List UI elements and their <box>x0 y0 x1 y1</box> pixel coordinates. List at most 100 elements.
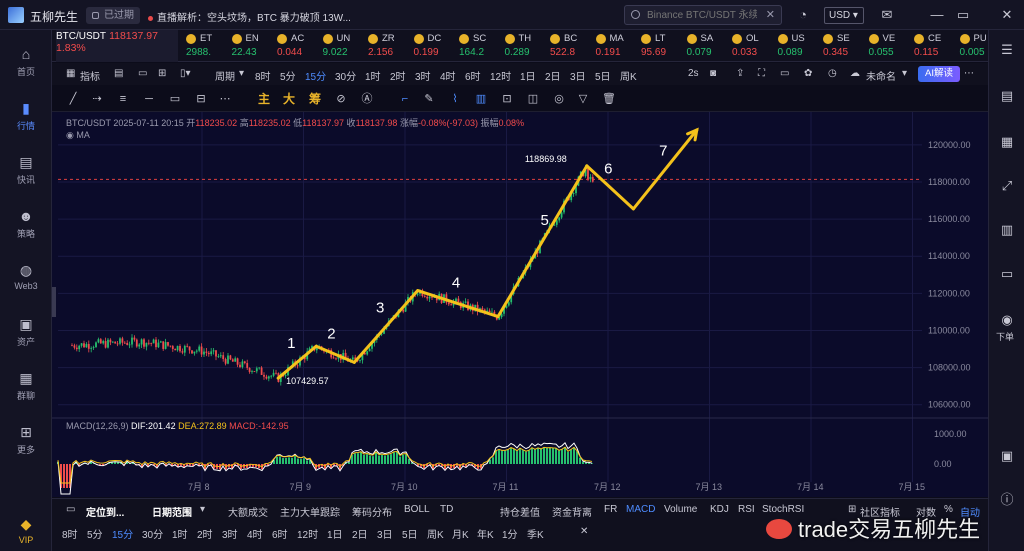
search-input[interactable] <box>647 8 757 22</box>
coin-tab[interactable]: VE 0.055 <box>868 30 913 62</box>
magnet-tool-icon[interactable]: ⊘ <box>334 92 348 106</box>
hline-tool-icon[interactable]: ─ <box>142 92 156 106</box>
ma-legend[interactable]: ◉ MA <box>66 130 90 141</box>
coin-tab[interactable]: PU 0.005 <box>959 30 1004 62</box>
coin-tab[interactable]: DC 0.199 <box>413 30 458 62</box>
clear-search-icon[interactable]: ✕ <box>766 8 775 21</box>
indicator-option[interactable]: 主力大单跟踪 <box>280 504 340 519</box>
crop-tool-icon[interactable]: ⌐ <box>398 92 412 106</box>
indicator-option[interactable]: 筹码分布 <box>352 504 392 519</box>
eye-tool-icon[interactable]: ◎ <box>552 92 566 106</box>
grid-tool-icon[interactable]: ▥ <box>474 92 488 106</box>
indicator-option[interactable]: 持仓差值 <box>500 504 540 519</box>
notification-bell-icon[interactable]: ◔ <box>794 6 812 24</box>
coin-tab-btc[interactable]: BTC/USDT 118137.97 1.83% <box>56 30 178 62</box>
chart-type-icon[interactable]: ▯▾ <box>180 68 191 79</box>
info-icon[interactable]: ⓘ <box>999 492 1015 508</box>
interval-option[interactable]: 30分 <box>335 68 356 83</box>
indicator-icon[interactable]: ▦ <box>66 68 75 79</box>
interval-option[interactable]: 周K <box>620 68 637 83</box>
interval-option[interactable]: 1时 <box>365 68 381 83</box>
indicator-option[interactable]: 资金背离 <box>552 504 592 519</box>
close-window-icon[interactable]: ✕ <box>998 6 1016 24</box>
interval-option[interactable]: 8时 <box>62 526 78 541</box>
coin-tab[interactable]: OL 0.033 <box>732 30 776 62</box>
nav-item-7[interactable]: ⊞ 更多 <box>0 418 52 462</box>
interval-option[interactable]: 年K <box>477 526 494 541</box>
alarm-icon[interactable]: ◷ <box>828 68 837 79</box>
more-tools-icon[interactable]: ⋯ <box>218 92 232 106</box>
indicator-option[interactable]: RSI <box>738 504 755 515</box>
indicator-option[interactable]: BOLL <box>404 504 430 515</box>
chart-settings-icon[interactable]: ▣ <box>999 448 1015 464</box>
coin-tab[interactable]: UN 9.022 <box>322 30 367 62</box>
trendline-tool-icon[interactable]: ╱ <box>66 92 80 106</box>
interval-option[interactable]: 1日 <box>520 68 536 83</box>
interval-option[interactable]: 1分 <box>502 526 518 541</box>
nav-item-2[interactable]: ▤ 快讯 <box>0 148 52 192</box>
interval-option[interactable]: 1时 <box>172 526 188 541</box>
nav-item-8[interactable]: ◆ VIP <box>0 510 52 551</box>
order-label[interactable]: 下单 <box>996 330 1014 343</box>
rectangle-tool-icon[interactable]: ▭ <box>168 92 182 106</box>
interval-option[interactable]: 5分 <box>87 526 103 541</box>
text-tool-icon[interactable]: Ⓐ <box>360 92 374 106</box>
layout-save-icon[interactable]: ☁ <box>850 68 860 79</box>
coin-tab[interactable]: SE 0.345 <box>823 30 867 62</box>
interval-option[interactable]: 2时 <box>390 68 406 83</box>
minimize-icon[interactable]: — <box>928 6 946 24</box>
wave-tool-icon[interactable]: ⌇ <box>448 92 462 106</box>
coin-tab[interactable]: BC 522.8 <box>550 30 594 62</box>
interval-option[interactable]: 6时 <box>465 68 481 83</box>
locate-icon[interactable]: ▭ <box>66 504 75 515</box>
calendar-icon[interactable]: ▦ <box>999 134 1015 150</box>
book-icon[interactable]: ▥ <box>999 222 1015 238</box>
indicator-option[interactable]: FR <box>604 504 617 515</box>
chart-svg[interactable]: 120000.00 118000.00 116000.00 114000.00 1120… <box>52 112 988 497</box>
interval-option[interactable]: 12时 <box>490 68 511 83</box>
currency-select[interactable]: USD ▾ <box>824 7 864 24</box>
interval-option[interactable]: 1日 <box>327 526 343 541</box>
interval-option[interactable]: 5分 <box>280 68 296 83</box>
interval-option[interactable]: 8时 <box>255 68 271 83</box>
coin-tab[interactable]: ET 2988. <box>186 30 230 62</box>
interval-option[interactable]: 15分 <box>305 68 326 83</box>
period-chevron-icon[interactable]: ▾ <box>239 68 244 79</box>
share-icon[interactable]: ⇪ <box>736 68 744 79</box>
ray-tool-icon[interactable]: ⇢ <box>90 92 104 106</box>
camera-icon[interactable]: ◙ <box>710 68 716 79</box>
nav-item-0[interactable]: ⌂ 首页 <box>0 40 52 84</box>
indicator-option[interactable]: Volume <box>664 504 697 515</box>
document-icon[interactable]: ▤ <box>999 88 1015 104</box>
mail-icon[interactable]: ✉ <box>878 6 896 24</box>
delete-tool-icon[interactable]: 🗑 <box>602 92 616 106</box>
lock-tool-icon[interactable]: ⊡ <box>500 92 514 106</box>
nav-item-3[interactable]: ☻ 策略 <box>0 202 52 246</box>
coin-tab[interactable]: US 0.089 <box>777 30 822 62</box>
channel-tool-icon[interactable]: ≡ <box>116 92 130 106</box>
fullscreen-icon[interactable]: ⛶ <box>758 68 765 79</box>
indicator-option[interactable]: KDJ <box>710 504 729 515</box>
period-button[interactable]: 周期 <box>215 68 235 83</box>
coin-tab[interactable]: TH 0.289 <box>504 30 549 62</box>
nav-item-4[interactable]: ◍ Web3 <box>0 256 52 300</box>
interval-option[interactable]: 月K <box>452 526 469 541</box>
pencil-tool-icon[interactable]: ✎ <box>422 92 436 106</box>
interval-option[interactable]: 3时 <box>222 526 238 541</box>
locate-button[interactable]: 定位到... <box>86 504 124 519</box>
indicator-option[interactable]: MACD <box>626 504 655 515</box>
interval-option[interactable]: 3日 <box>570 68 586 83</box>
close-interval-icon[interactable]: ✕ <box>580 526 588 537</box>
interval-option[interactable]: 周K <box>427 526 444 541</box>
status-badge[interactable]: 已过期 <box>86 7 140 24</box>
interval-option[interactable]: 2日 <box>352 526 368 541</box>
interval-option[interactable]: 3日 <box>377 526 393 541</box>
coin-tab[interactable]: SC 164.2 <box>459 30 503 62</box>
nav-item-5[interactable]: ▣ 资产 <box>0 310 52 354</box>
screen-icon[interactable]: ▭ <box>780 68 789 79</box>
coin-tab[interactable]: MA 0.191 <box>595 30 640 62</box>
hide-tool-icon[interactable]: ◫ <box>526 92 540 106</box>
macd-legend[interactable]: MACD(12,26,9) DIF:201.42 DEA:272.89 MACD… <box>66 421 289 431</box>
monitor-icon[interactable]: ▭ <box>999 266 1015 282</box>
coin-tab[interactable]: SA 0.079 <box>686 30 731 62</box>
